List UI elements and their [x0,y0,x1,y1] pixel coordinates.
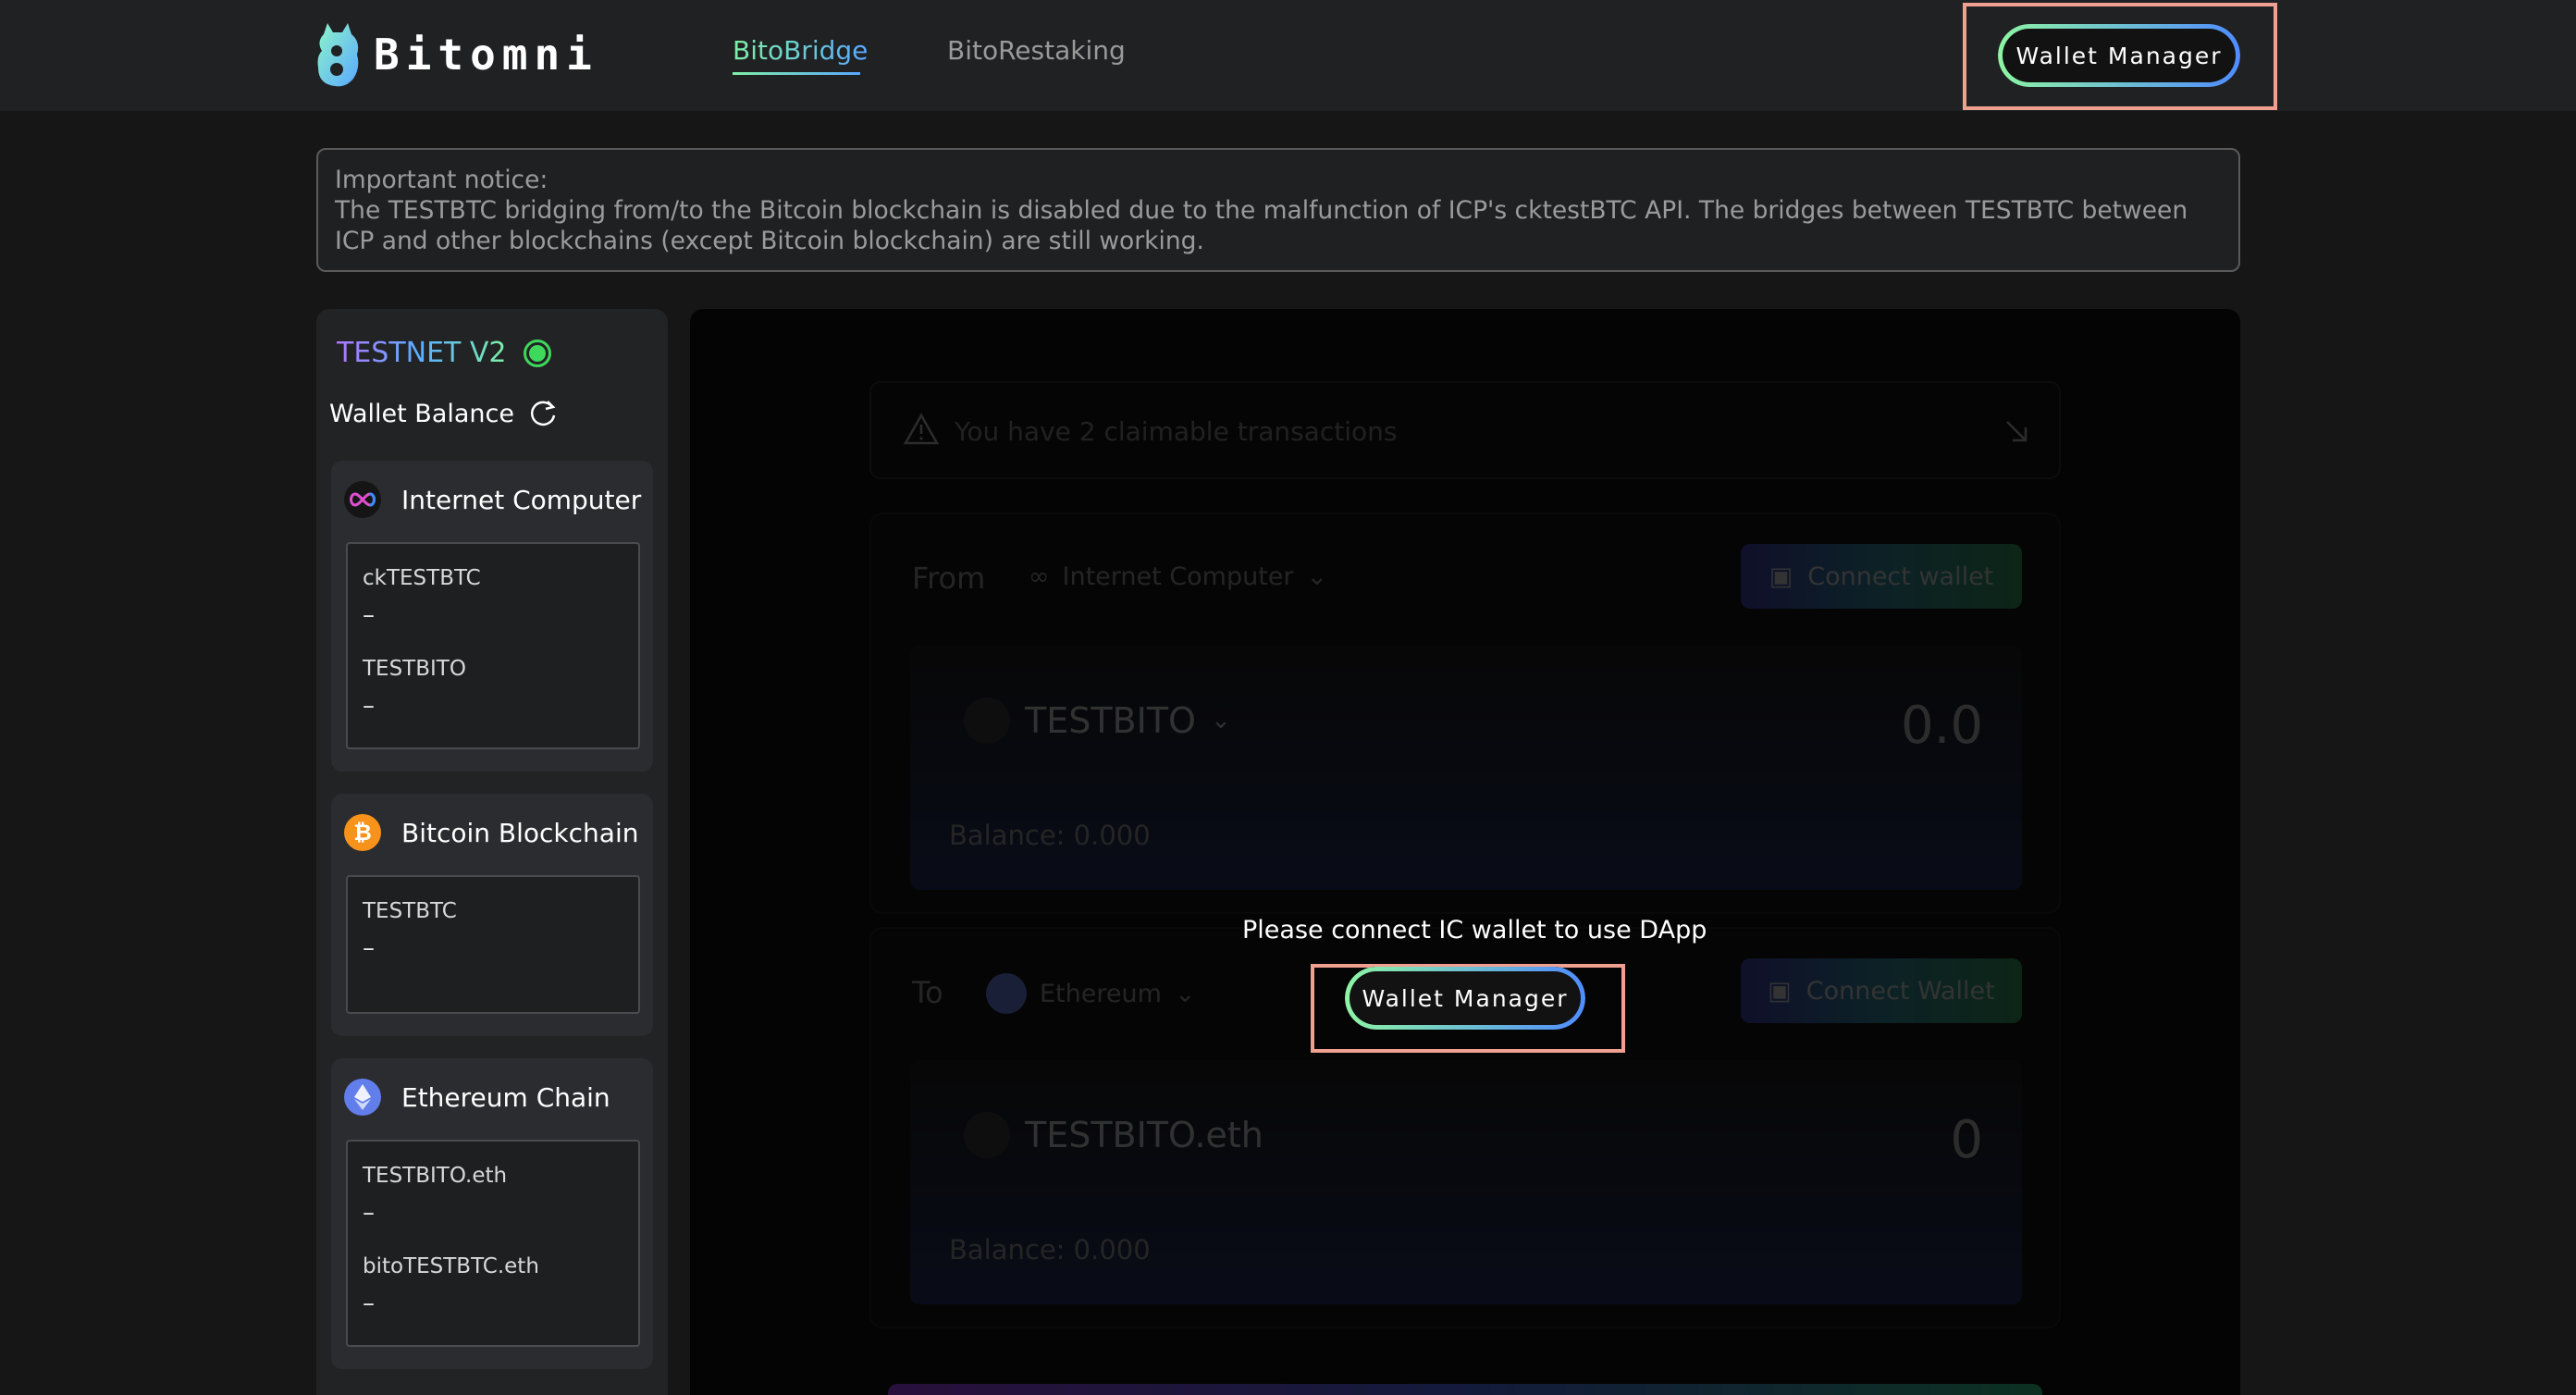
ethereum-icon [986,973,1027,1014]
token-name: TESTBITO [363,657,466,681]
token-name: ckTESTBTC [363,566,481,590]
to-connect-wallet-button[interactable]: ▣ Connect Wallet [1741,958,2022,1023]
nav-bitorestaking[interactable]: BitoRestaking [947,35,1126,66]
to-amount: 0 [1950,1110,1983,1170]
to-balance: Balance: 0.000 [949,1234,1151,1265]
online-status-icon [523,339,551,367]
brand-name: Bitomni [374,30,598,80]
arrow-down-right-icon [2006,421,2028,442]
bito-token-icon [964,1112,1010,1158]
to-chain-name: Ethereum [1040,979,1162,1008]
chain-name: Bitcoin Blockchain [401,817,639,848]
chain-card-internet-computer: Internet Computer ckTESTBTC – TESTBITO – [331,461,653,772]
notice-title: Important notice: [335,166,548,194]
token-balance-box: TESTBITO.eth – bitoTESTBTC.eth – [346,1140,640,1347]
chevron-down-icon: ⌄ [1174,979,1196,1008]
nav-bitobridge[interactable]: BitoBridge [733,35,868,66]
wallet-balance-label: Wallet Balance [329,399,514,428]
chain-card-bitcoin: ₿ Bitcoin Blockchain TESTBTC – [331,794,653,1036]
to-label: To [912,975,943,1010]
nav-active-underline [733,72,860,75]
wallet-manager-label: Wallet Manager [1362,984,1569,1012]
network-indicator: TESTNET V2 [337,337,551,369]
infinity-icon: ∞ [1029,562,1050,591]
chain-name: Ethereum Chain [401,1081,610,1113]
connect-wallet-label: Connect wallet [1807,562,1994,591]
from-chain-select[interactable]: ∞ Internet Computer ⌄ [1029,562,1327,591]
from-amount-panel: TESTBITO ⌄ 0.0 Balance: 0.000 [910,646,2022,890]
from-connect-wallet-button[interactable]: ▣ Connect wallet [1741,544,2022,609]
center-wallet-manager-button[interactable]: Wallet Manager [1345,967,1585,1030]
wallet-manager-label: Wallet Manager [2015,42,2223,69]
network-label: TESTNET V2 [337,337,507,369]
refresh-icon[interactable] [527,398,559,429]
chevron-down-icon: ⌄ [1306,562,1328,591]
from-balance: Balance: 0.000 [949,820,1151,851]
bitomni-logo-icon [317,23,359,87]
token-value: – [363,1290,375,1317]
notice-body: The TESTBTC bridging from/to the Bitcoin… [335,196,2188,255]
ethereum-icon [344,1079,381,1116]
token-name: TESTBTC [363,899,457,923]
token-balance-box: TESTBTC – [346,875,640,1014]
brand-logo[interactable]: Bitomni [314,20,598,89]
to-token-name: TESTBITO.eth [1025,1115,1263,1155]
from-amount-input[interactable]: 0.0 [1901,696,1983,756]
connect-wallet-label: Connect Wallet [1806,976,1995,1006]
token-value: – [363,1199,375,1227]
bridge-button-edge[interactable] [888,1384,2042,1395]
token-value: – [363,601,375,629]
token-value: – [363,692,375,720]
top-bar: Bitomni BitoBridge BitoRestaking Wallet … [0,0,2576,111]
chain-card-ethereum: Ethereum Chain TESTBITO.eth – bitoTESTBT… [331,1058,653,1369]
from-token-select[interactable]: TESTBITO ⌄ [964,698,1231,744]
to-chain-select[interactable]: Ethereum ⌄ [986,973,1196,1014]
bito-token-icon [964,698,1010,744]
token-balance-box: ckTESTBTC – TESTBITO – [346,542,640,749]
to-token-select: TESTBITO.eth [964,1112,1263,1158]
wallet-sidebar: TESTNET V2 Wallet Balance Internet Compu… [316,309,668,1395]
from-token-name: TESTBITO [1025,700,1196,741]
connect-wallet-message: Please connect IC wallet to use DApp [1242,916,1707,944]
wallet-balance-header: Wallet Balance [329,398,559,429]
to-amount-panel: TESTBITO.eth 0 Balance: 0.000 [910,1060,2022,1304]
wallet-icon: ▣ [1768,976,1792,1006]
chain-name: Internet Computer [401,484,642,515]
claimable-transactions-bar[interactable]: You have 2 claimable transactions [869,381,2061,479]
wallet-manager-button[interactable]: Wallet Manager [1998,24,2240,87]
claimable-transactions-text: You have 2 claimable transactions [955,416,1398,447]
warning-icon [903,413,940,445]
token-name: bitoTESTBTC.eth [363,1254,539,1278]
infinity-icon [344,481,381,518]
from-chain-name: Internet Computer [1062,562,1294,591]
token-name: TESTBITO.eth [363,1164,508,1188]
token-value: – [363,934,375,962]
wallet-icon: ▣ [1769,562,1793,591]
from-label: From [912,561,986,596]
chevron-down-icon: ⌄ [1210,707,1231,735]
bitcoin-icon: ₿ [344,814,381,851]
from-section: From ∞ Internet Computer ⌄ ▣ Connect wal… [869,512,2061,914]
important-notice: Important notice: The TESTBTC bridging f… [316,148,2240,272]
